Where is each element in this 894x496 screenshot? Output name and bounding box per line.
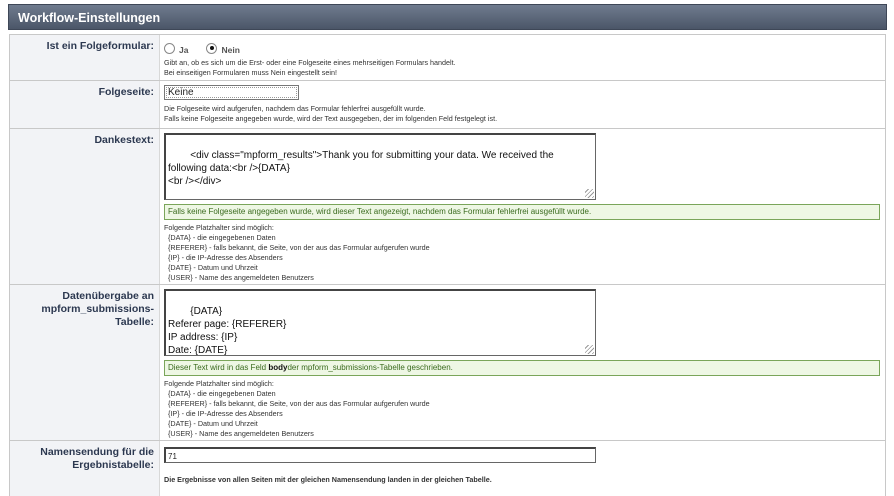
dankestext-placeholder: {USER} - Name des angemeldeten Benutzers: [168, 273, 314, 282]
datenuebergabe-help-title: Folgende Platzhalter sind möglich:: [164, 379, 274, 388]
namensendung-label-line: Ergebnistabelle:: [72, 459, 154, 471]
datenuebergabe-placeholder: {IP} - die IP-Adresse des Absenders: [168, 409, 283, 418]
namensendung-input[interactable]: 71: [164, 447, 596, 463]
resize-grip-icon[interactable]: [585, 345, 594, 354]
radio-nein[interactable]: [206, 42, 218, 54]
dankestext-placeholder: {IP} - die IP-Adresse des Absenders: [168, 253, 283, 262]
resize-grip-icon[interactable]: [585, 189, 594, 198]
datenuebergabe-value: {DATA} Referer page: {REFERER} IP addres…: [168, 306, 287, 356]
folgeformular-help-2: Bei einseitigen Formularen muss Nein ein…: [164, 68, 337, 77]
datenuebergabe-label: Datenübergabe an mpform_submissions- Tab…: [10, 285, 160, 440]
dankestext-textarea[interactable]: <div class="mpform_results">Thank you fo…: [164, 133, 596, 200]
row-namensendung: Namensendung für die Ergebnistabelle: 71…: [10, 441, 885, 496]
dankestext-placeholder: {DATA} - die eingegebenen Daten: [168, 233, 276, 242]
datenuebergabe-note: Dieser Text wird in das Feld bodyder mpf…: [164, 360, 880, 376]
dankestext-help-title: Folgende Platzhalter sind möglich:: [164, 223, 274, 232]
section-header: Workflow-Einstellungen: [8, 4, 887, 30]
datenuebergabe-label-line: Datenübergabe an: [62, 290, 154, 302]
row-datenuebergabe: Datenübergabe an mpform_submissions- Tab…: [10, 285, 885, 441]
folgeseite-help-2: Falls keine Folgeseite angegeben wurde, …: [164, 114, 498, 123]
namensendung-label: Namensendung für die Ergebnistabelle:: [10, 441, 160, 496]
namensendung-help: Die Ergebnisse von allen Seiten mit der …: [164, 475, 492, 484]
dankestext-value: <div class="mpform_results">Thank you fo…: [168, 150, 554, 187]
folgeformular-help-1: Gibt an, ob es sich um die Erst- oder ei…: [164, 58, 456, 67]
datenuebergabe-placeholder: {DATA} - die eingegebenen Daten: [168, 389, 276, 398]
datenuebergabe-placeholder: {USER} - Name des angemeldeten Benutzers: [168, 429, 314, 438]
dankestext-note: Falls keine Folgeseite angegeben wurde, …: [164, 204, 880, 220]
dankestext-label: Dankestext:: [10, 129, 160, 284]
datenuebergabe-placeholder: {REFERER} - falls bekannt, die Seite, vo…: [168, 399, 430, 408]
note-text-end: der mpform_submissions-Tabelle geschrieb…: [287, 363, 453, 372]
row-dankestext: Dankestext: <div class="mpform_results">…: [10, 129, 885, 285]
namensendung-label-line: Namensendung für die: [40, 446, 154, 458]
folgeseite-label: Folgeseite:: [10, 81, 160, 128]
folgeformular-label: Ist ein Folgeformular:: [10, 35, 160, 80]
radio-ja[interactable]: [164, 42, 175, 54]
radio-nein-label[interactable]: Nein: [221, 45, 239, 55]
folgeseite-select[interactable]: Keine: [164, 85, 299, 100]
datenuebergabe-label-line: Tabelle:: [115, 316, 154, 328]
row-folgeseite: Folgeseite: Keine Die Folgeseite wird au…: [10, 81, 885, 129]
dankestext-placeholder: {DATE} - Datum und Uhrzeit: [168, 263, 258, 272]
datenuebergabe-label-line: mpform_submissions-: [41, 303, 154, 315]
note-bold-field: body: [268, 363, 288, 372]
row-folgeformular: Ist ein Folgeformular: Ja Nein Gibt an, …: [10, 34, 885, 81]
note-text: Dieser Text wird in das Feld: [168, 363, 269, 372]
radio-ja-label[interactable]: Ja: [179, 45, 188, 55]
section-title: Workflow-Einstellungen: [18, 11, 161, 25]
settings-form: Ist ein Folgeformular: Ja Nein Gibt an, …: [9, 34, 886, 496]
folgeformular-radio-group: Ja Nein: [164, 41, 880, 55]
datenuebergabe-textarea[interactable]: {DATA} Referer page: {REFERER} IP addres…: [164, 289, 596, 356]
datenuebergabe-placeholder: {DATE} - Datum und Uhrzeit: [168, 419, 258, 428]
folgeseite-help-1: Die Folgeseite wird aufgerufen, nachdem …: [164, 104, 426, 113]
dankestext-placeholder: {REFERER} - falls bekannt, die Seite, vo…: [168, 243, 430, 252]
